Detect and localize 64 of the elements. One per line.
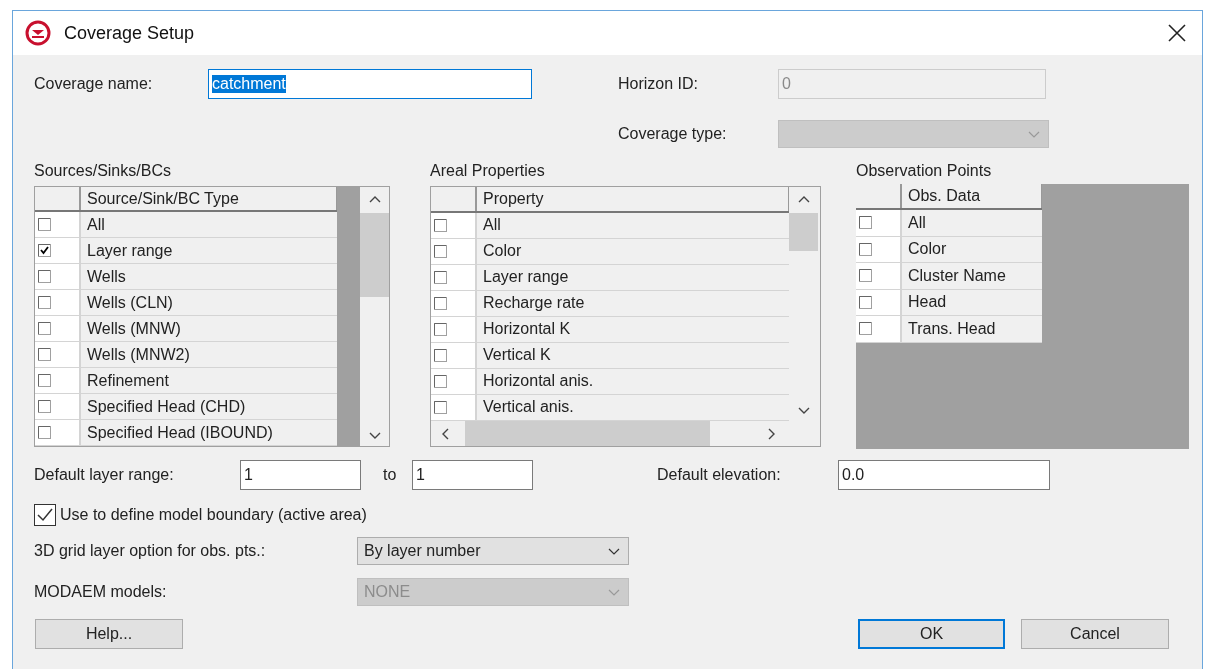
column-header[interactable]: Obs. Data (902, 184, 1042, 208)
checkbox[interactable] (434, 270, 447, 284)
table-cell: Cluster Name (902, 263, 1042, 289)
scroll-up-icon[interactable] (368, 195, 381, 203)
chevron-down-icon (608, 588, 620, 596)
table-cell: Trans. Head (902, 316, 1042, 342)
field-label: Horizon ID: (618, 75, 700, 93)
chevron-down-icon (1028, 130, 1040, 138)
table-cell: All (902, 210, 1042, 236)
checkbox[interactable] (859, 242, 872, 256)
table-cell: Head (902, 289, 1042, 315)
checkbox[interactable] (859, 269, 872, 283)
scroll-right-icon[interactable] (768, 427, 776, 440)
section-title: Areal Properties (430, 161, 546, 180)
checkbox[interactable] (38, 322, 51, 336)
field-label: Coverage name: (34, 75, 154, 93)
checkbox[interactable] (434, 296, 447, 310)
scroll-up-icon[interactable] (797, 195, 810, 203)
field-label: Default layer range: (34, 466, 175, 484)
checkbox[interactable] (434, 374, 447, 388)
field-label: 3D grid layer option for obs. pts.: (34, 542, 267, 560)
scroll-thumb[interactable] (789, 213, 818, 251)
app-logo-icon (25, 20, 51, 46)
layer-from-field[interactable]: 1 (240, 460, 361, 490)
checked-checkbox[interactable] (34, 504, 56, 526)
checkbox[interactable] (434, 348, 447, 362)
scroll-down-icon[interactable] (797, 407, 810, 415)
checkbox[interactable] (434, 322, 447, 336)
checkbox[interactable] (38, 296, 51, 310)
table-cell: Color (902, 236, 1042, 262)
checkbox[interactable] (38, 218, 51, 232)
field-label: to (382, 466, 398, 484)
scroll-down-icon[interactable] (368, 432, 381, 440)
section-title: Sources/Sinks/BCs (34, 161, 172, 180)
default-elevation-field[interactable]: 0.0 (838, 460, 1050, 490)
checkbox[interactable] (859, 322, 872, 336)
checked-checkbox[interactable] (38, 244, 51, 258)
checkbox[interactable] (38, 400, 51, 414)
scroll-left-icon[interactable] (441, 427, 449, 440)
checkbox[interactable] (859, 216, 872, 230)
checkbox[interactable] (38, 374, 51, 388)
field-label: Default elevation: (657, 466, 782, 484)
checkbox[interactable] (434, 400, 447, 414)
chevron-down-icon (608, 547, 620, 555)
close-icon[interactable] (1168, 24, 1186, 42)
checkbox[interactable] (859, 295, 872, 309)
grid-layer-dropdown[interactable]: By layer number (357, 537, 629, 565)
dialog-button[interactable]: Cancel (1021, 619, 1169, 649)
field-label: MODAEM models: (34, 583, 168, 601)
checkbox[interactable] (434, 218, 447, 232)
checkbox[interactable] (38, 348, 51, 362)
section-title: Observation Points (856, 161, 993, 180)
scroll-thumb[interactable] (465, 421, 710, 446)
checkbox[interactable] (38, 270, 51, 284)
checkbox[interactable] (38, 426, 51, 440)
field-label: Coverage type: (618, 125, 728, 143)
dialog-button[interactable]: OK (858, 619, 1005, 649)
scroll-thumb[interactable] (360, 213, 389, 297)
model-boundary-checkbox[interactable]: Use to define model boundary (active area) (34, 504, 367, 526)
layer-to-field[interactable]: 1 (412, 460, 533, 490)
window-title: Coverage Setup (64, 22, 195, 44)
checkbox[interactable] (434, 244, 447, 258)
dialog-button[interactable]: Help... (35, 619, 183, 649)
coverage-name-field[interactable]: catchment (208, 69, 532, 99)
